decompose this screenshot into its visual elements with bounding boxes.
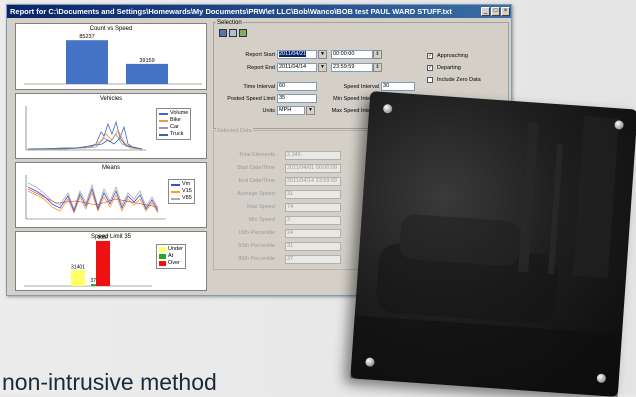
speed-interval-label: Speed Interval xyxy=(343,84,379,90)
legend-label: Over xyxy=(168,260,180,266)
bar xyxy=(71,270,85,286)
approaching-checkbox[interactable]: ✓ xyxy=(427,53,433,59)
stat-label: End Date/Time xyxy=(238,178,275,184)
legend-swatch xyxy=(171,190,180,193)
stat-label: Min Speed xyxy=(248,217,275,223)
tagline: non-intrusive method xyxy=(2,369,217,395)
bar-value-label: 85237 xyxy=(79,34,94,40)
legend-swatch xyxy=(159,112,168,115)
speed-interval-field[interactable]: 30 xyxy=(381,82,415,91)
report-end-label: Report End xyxy=(247,65,275,71)
stat-value-field: 31 xyxy=(285,242,341,251)
chevron-down-icon[interactable]: ▼ xyxy=(318,50,327,59)
export-icon[interactable] xyxy=(239,29,247,37)
legend-label: Bike xyxy=(170,117,181,123)
stat-value-field: 3 xyxy=(285,216,341,225)
chevron-down-icon[interactable]: ▼ xyxy=(318,63,327,72)
include-zero-checkbox[interactable] xyxy=(427,77,433,83)
approaching-label: Approaching xyxy=(437,53,468,59)
bar xyxy=(126,63,168,84)
legend: Under At Over xyxy=(156,244,186,269)
stat-label: Start Date/Time xyxy=(236,165,275,171)
include-zero-label: Include Zero Data xyxy=(437,77,481,83)
report-end-date-field[interactable]: 2011/04/14 xyxy=(277,63,317,72)
legend-label: At xyxy=(168,253,174,259)
count-vs-speed-plot: 85237 39159 xyxy=(24,34,202,85)
report-start-time-field[interactable]: 00:00:00 xyxy=(331,50,373,59)
stat-value-field: 2011/04/01 00:00:00 xyxy=(285,164,341,173)
bar-value-label: 31401 xyxy=(71,264,85,270)
bar xyxy=(96,240,110,286)
units-label: Units xyxy=(262,108,275,114)
chart-speed-limit: Speed Limit 35 3140137189657 Under At Ov… xyxy=(15,231,207,291)
chevron-down-icon[interactable]: ▼ xyxy=(306,106,315,115)
departing-label: Departing xyxy=(437,65,461,71)
report-end-time-field[interactable]: 23:59:59 xyxy=(331,63,373,72)
minimize-button[interactable]: _ xyxy=(481,7,490,16)
stat-value-field: 74 xyxy=(285,203,341,212)
street-reflection xyxy=(350,115,623,397)
stat-value-field: 2,345 xyxy=(285,151,341,160)
print-icon[interactable] xyxy=(219,29,227,37)
units-select[interactable]: MPH xyxy=(277,106,305,115)
stat-label: Average Speed xyxy=(237,191,275,197)
legend: Volume Bike Car Truck xyxy=(156,108,192,140)
sensor-enclosure-image xyxy=(350,91,636,397)
series-line xyxy=(27,190,159,215)
legend-swatch xyxy=(159,133,168,136)
selection-group-label: Selection xyxy=(216,20,243,26)
departing-checkbox[interactable]: ✓ xyxy=(427,65,433,71)
legend-swatch xyxy=(159,254,166,259)
chart-vehicles: Vehicles Volume Bike Car Truck xyxy=(15,93,207,159)
stat-label: 50th Percentile xyxy=(238,243,275,249)
legend-swatch xyxy=(171,183,180,186)
legend-label: Volume xyxy=(170,110,189,116)
legend-swatch xyxy=(159,261,166,266)
legend-label: Vm xyxy=(182,181,191,187)
legend-label: Under xyxy=(168,246,183,252)
posted-speed-label: Posted Speed Limit xyxy=(227,96,275,102)
posted-speed-field[interactable]: 35 xyxy=(277,94,317,103)
toolbar xyxy=(219,29,247,37)
report-start-date-field[interactable]: 2011/04/21 xyxy=(277,50,317,59)
chart-means: Means Vm V15 V85 xyxy=(15,162,207,228)
stat-value-field: 2011/04/14 23:59:59 xyxy=(285,177,341,186)
title-bar[interactable]: Report for C:\Documents and Settings\Hom… xyxy=(7,5,511,18)
legend-label: V85 xyxy=(182,195,192,201)
window-title: Report for C:\Documents and Settings\Hom… xyxy=(10,7,452,16)
chart-count-vs-speed: Count vs Speed 85237 39159 xyxy=(15,23,207,90)
time-interval-field[interactable]: 60 xyxy=(277,82,317,91)
stat-value-field: 31 xyxy=(285,190,341,199)
legend: Vm V15 V85 xyxy=(168,179,195,204)
legend-label: Car xyxy=(170,124,179,130)
time-interval-label: Time Interval xyxy=(243,84,275,90)
selected-data-label: Selected Data xyxy=(216,128,253,134)
stat-value-field: 24 xyxy=(285,229,341,238)
bar-value-label: 9657 xyxy=(97,235,108,241)
stat-label: 85th Percentile xyxy=(238,256,275,262)
legend-label: Truck xyxy=(170,131,184,137)
close-button[interactable]: × xyxy=(501,7,510,16)
series-line xyxy=(28,129,143,150)
legend-swatch xyxy=(159,247,166,252)
maximize-button[interactable]: □ xyxy=(491,7,500,16)
stat-value-field: 37 xyxy=(285,255,341,264)
spinner-icon[interactable]: ⇕ xyxy=(373,50,382,59)
legend-label: V15 xyxy=(182,188,192,194)
stat-label: Max Speed xyxy=(247,204,275,210)
legend-swatch xyxy=(171,197,180,200)
bar xyxy=(66,40,108,84)
legend-swatch xyxy=(159,126,168,129)
spinner-icon[interactable]: ⇕ xyxy=(373,63,382,72)
bar-value-label: 39159 xyxy=(139,58,154,64)
legend-swatch xyxy=(159,119,168,122)
stat-label: Total Elements xyxy=(238,152,275,158)
stat-label: 15th Percentile xyxy=(238,230,275,236)
copy-icon[interactable] xyxy=(229,29,237,37)
report-start-label: Report Start xyxy=(245,52,275,58)
